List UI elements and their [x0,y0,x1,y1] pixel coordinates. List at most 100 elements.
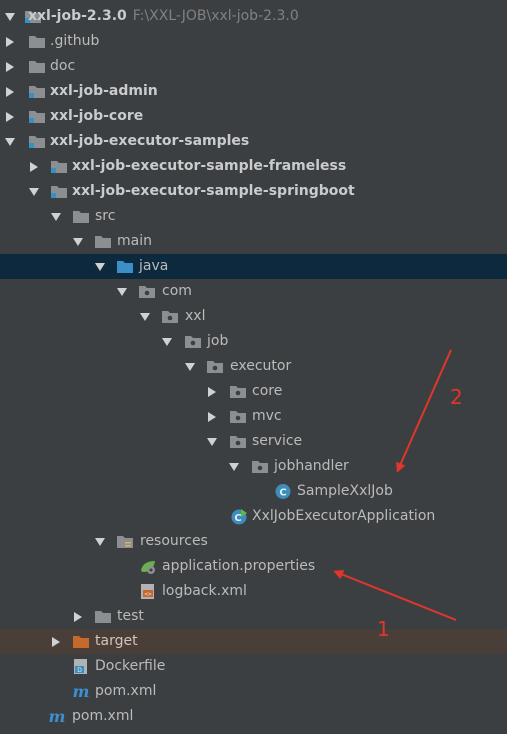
tree-item-src[interactable]: src [0,204,507,229]
package-icon [161,308,179,325]
tree-item-label: target [95,633,138,649]
chevron-right-icon[interactable] [4,29,16,54]
module-folder-icon [28,133,46,150]
tree-item-test[interactable]: test [0,604,507,629]
tree-item-resources[interactable]: resources [0,529,507,554]
chevron-right-icon[interactable] [72,604,84,629]
svg-text:m: m [49,708,66,725]
chevron-down-icon[interactable] [206,429,218,454]
excluded-folder-icon [72,633,90,650]
svg-text:C: C [279,488,286,499]
tree-item-executor[interactable]: executor [0,354,507,379]
tree-item-label: xxl-job-admin [50,83,158,99]
tree-item-label: xxl-job-core [50,108,144,124]
package-icon [138,283,156,300]
tree-item-xxl[interactable]: xxl [0,304,507,329]
folder-icon [28,58,46,75]
chevron-down-icon[interactable] [28,179,40,204]
tree-item-mvc[interactable]: mvc [0,404,507,429]
project-path: F:\XXL-JOB\xxl-job-2.3.0 [132,8,299,24]
tree-item-label: xxl-job-executor-samples [50,133,250,149]
tree-item-label: mvc [252,408,282,424]
tree-item-main[interactable]: main [0,229,507,254]
module-folder-icon [28,108,46,125]
tree-item-label: java [139,258,169,274]
chevron-right-icon[interactable] [4,104,16,129]
chevron-right-icon[interactable] [50,629,62,654]
chevron-down-icon[interactable] [228,454,240,479]
tree-item-sample-springboot[interactable]: xxl-job-executor-sample-springboot [0,179,507,204]
tree-item-label: xxl-job-executor-sample-springboot [72,183,355,199]
chevron-down-icon[interactable] [184,354,196,379]
chevron-down-icon[interactable] [50,204,62,229]
tree-item-service[interactable]: service [0,429,507,454]
tree-item-xxl-job-admin[interactable]: xxl-job-admin [0,79,507,104]
tree-item-project-root[interactable]: xxl-job-2.3.0 F:\XXL-JOB\xxl-job-2.3.0 [0,4,507,29]
chevron-down-icon[interactable] [72,229,84,254]
tree-item-core[interactable]: core [0,379,507,404]
tree-item-label: core [252,383,283,399]
tree-item-logback-xml[interactable]: <> logback.xml [0,579,507,604]
tree-item-label: SampleXxlJob [297,483,393,499]
svg-text:m: m [73,683,90,700]
chevron-down-icon[interactable] [94,254,106,279]
chevron-down-icon[interactable] [139,304,151,329]
tree-item-dockerfile[interactable]: D Dockerfile [0,654,507,679]
resources-folder-icon [116,533,134,550]
tree-item-com[interactable]: com [0,279,507,304]
tree-item-jobhandler[interactable]: jobhandler [0,454,507,479]
chevron-down-icon[interactable] [4,129,16,154]
package-icon [184,333,202,350]
tree-item-label: jobhandler [274,458,349,474]
project-tree: xxl-job-2.3.0 F:\XXL-JOB\xxl-job-2.3.0 .g… [0,4,507,729]
chevron-down-icon[interactable] [4,4,16,29]
chevron-right-icon[interactable] [206,379,218,404]
svg-text:C: C [234,513,241,524]
dockerfile-icon: D [72,658,90,675]
annotation-number-1: 1 [377,617,390,641]
tree-item-executor-application[interactable]: C XxlJobExecutorApplication [0,504,507,529]
xml-file-icon: <> [139,583,157,600]
tree-item-job[interactable]: job [0,329,507,354]
chevron-right-icon[interactable] [4,54,16,79]
chevron-down-icon[interactable] [94,529,106,554]
chevron-down-icon[interactable] [161,329,173,354]
maven-icon: m [48,707,66,726]
module-folder-icon [50,183,68,200]
project-name: xxl-job-2.3.0 [28,8,127,24]
module-folder-icon [50,158,68,175]
chevron-right-icon[interactable] [28,154,40,179]
chevron-down-icon[interactable] [116,279,128,304]
tree-item-sample-frameless[interactable]: xxl-job-executor-sample-frameless [0,154,507,179]
tree-item-label: doc [50,58,76,74]
package-icon [251,458,269,475]
chevron-right-icon[interactable] [4,79,16,104]
package-icon [229,383,247,400]
tree-item-doc[interactable]: doc [0,54,507,79]
folder-icon [94,233,112,250]
tree-item-label: executor [230,358,292,374]
tree-item-sample-xxl-job[interactable]: C SampleXxlJob [0,479,507,504]
tree-item-pom-xml-module[interactable]: m pom.xml [0,679,507,704]
tree-item-label: application.properties [162,558,316,574]
tree-item-xxl-job-core[interactable]: xxl-job-core [0,104,507,129]
tree-item-executor-samples[interactable]: xxl-job-executor-samples [0,129,507,154]
tree-item-pom-xml-root[interactable]: m pom.xml [0,704,507,729]
tree-item-label: job [207,333,229,349]
tree-item-label: xxl [185,308,206,324]
source-folder-icon [116,258,134,275]
svg-text:<>: <> [144,591,152,598]
tree-item-application-properties[interactable]: application.properties [0,554,507,579]
chevron-right-icon[interactable] [206,404,218,429]
tree-item-github[interactable]: .github [0,29,507,54]
folder-icon [94,608,112,625]
folder-icon [72,208,90,225]
module-folder-icon [28,83,46,100]
package-icon [229,433,247,450]
package-icon [206,358,224,375]
package-icon [229,408,247,425]
tree-item-label: xxl-job-executor-sample-frameless [72,158,347,174]
tree-item-java[interactable]: java [0,254,507,279]
tree-item-target[interactable]: target [0,629,507,654]
annotation-number-2: 2 [450,385,463,409]
